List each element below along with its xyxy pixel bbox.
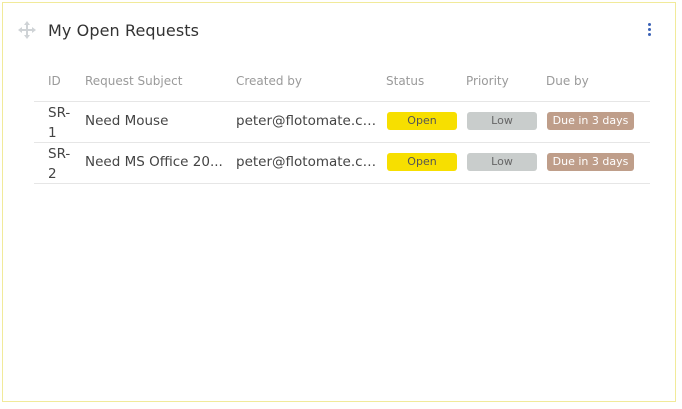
move-icon[interactable]: [18, 21, 36, 39]
priority-badge: Low: [467, 112, 537, 130]
request-subject[interactable]: Need Mouse: [85, 113, 225, 129]
widget-header: My Open Requests: [3, 3, 675, 61]
table-row[interactable]: SR- 1 Need Mouse peter@flotomate.co... O…: [34, 102, 650, 143]
request-id[interactable]: SR- 1: [48, 103, 78, 143]
column-header-id[interactable]: ID: [48, 74, 61, 88]
request-id-number: 2: [48, 166, 57, 182]
priority-badge: Low: [467, 153, 537, 171]
table-row[interactable]: SR- 2 Need MS Office 20... peter@flotoma…: [34, 143, 650, 184]
request-subject[interactable]: Need MS Office 20...: [85, 154, 225, 170]
widget-title: My Open Requests: [48, 21, 200, 40]
status-badge: Open: [387, 153, 457, 171]
open-requests-widget: My Open Requests ID Request Subject Crea…: [2, 2, 676, 402]
due-badge: Due in 3 days: [547, 112, 634, 130]
request-id-number: 1: [48, 125, 57, 141]
column-header-subject[interactable]: Request Subject: [85, 74, 182, 88]
column-header-status[interactable]: Status: [386, 74, 424, 88]
request-created-by: peter@flotomate.co...: [236, 113, 381, 129]
table-header: ID Request Subject Created by Status Pri…: [34, 63, 650, 102]
status-badge: Open: [387, 112, 457, 130]
due-badge: Due in 3 days: [547, 153, 634, 171]
column-header-priority[interactable]: Priority: [466, 74, 509, 88]
request-id[interactable]: SR- 2: [48, 144, 78, 184]
column-header-due-by[interactable]: Due by: [546, 74, 589, 88]
requests-table: ID Request Subject Created by Status Pri…: [34, 63, 650, 184]
request-id-prefix: SR-: [48, 105, 71, 121]
kebab-menu-icon[interactable]: [646, 23, 654, 41]
column-header-created-by[interactable]: Created by: [236, 74, 302, 88]
request-created-by: peter@flotomate.co...: [236, 154, 381, 170]
request-id-prefix: SR-: [48, 146, 71, 162]
